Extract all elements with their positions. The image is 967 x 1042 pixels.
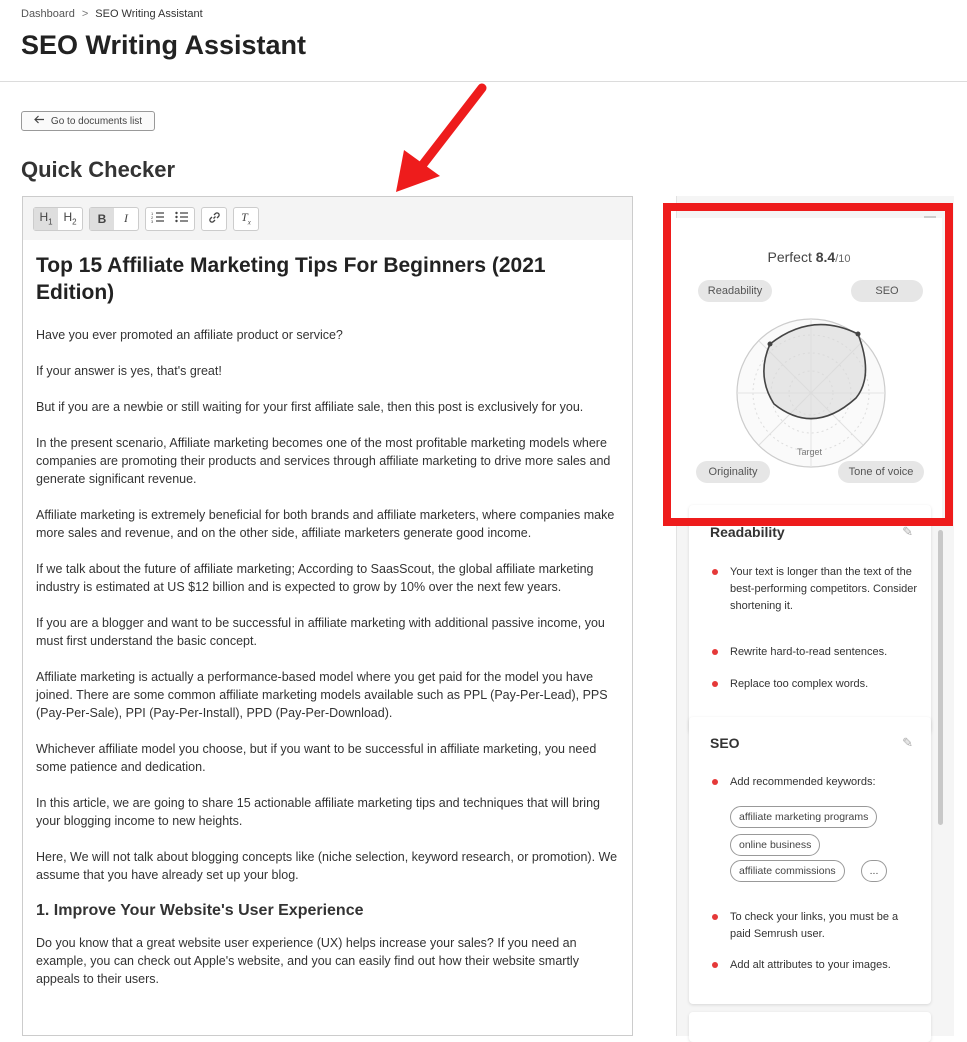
next-card [689,1012,931,1042]
paragraph: If we talk about the future of affiliate… [36,562,594,594]
breadcrumb-separator: > [81,8,89,20]
clear-format-icon: Tx [241,210,251,227]
seo-recommendation-text: Add alt attributes to your images. [730,959,891,971]
svg-text:3: 3 [151,219,154,223]
link-button[interactable] [202,208,226,230]
paragraph: Whichever affiliate model you choose, bu… [36,742,597,774]
keywords-label: Add recommended keywords: [730,776,876,788]
page-title: SEO Writing Assistant [21,30,307,60]
editor-toolbar: H1 H2 B I 123 Tx [23,197,632,240]
paragraph: But if you are a newbie or still waiting… [36,400,584,414]
bullet-list-button[interactable] [170,208,194,230]
document-title: Top 15 Affiliate Marketing Tips For Begi… [36,254,546,304]
ordered-list-button[interactable]: 123 [146,208,170,230]
red-highlight-box [663,203,953,526]
readability-recommendation-text: Rewrite hard-to-read sentences. [730,646,888,658]
h2-button[interactable]: H2 [58,208,82,230]
seo-recommendation: Add alt attributes to your images. [712,957,920,974]
red-annotation-arrow-icon [396,83,487,192]
seo-recommendation: To check your links, you must be a paid … [712,909,920,943]
breadcrumb-dashboard-link[interactable]: Dashboard [21,8,75,20]
readability-card: Readability ✎ Your text is longer than t… [689,505,931,733]
more-keywords-button[interactable]: ... [861,860,887,882]
go-to-documents-button[interactable]: Go to documents list [21,111,155,131]
sidebar-scrollbar[interactable] [938,530,943,825]
readability-recommendation: Your text is longer than the text of the… [712,564,920,615]
heading-button-group: H1 H2 [33,206,83,231]
bullet-list-icon [175,211,189,226]
warning-dot-icon [712,649,718,655]
seo-edit-pencil-icon[interactable]: ✎ [902,735,913,751]
seo-card: SEO ✎ Add recommended keywords: affiliat… [689,717,931,1004]
seo-card-title: SEO [710,735,740,751]
warning-dot-icon [712,779,718,785]
keyword-chip[interactable]: affiliate marketing programs [730,806,878,828]
readability-card-title: Readability [710,524,785,540]
go-to-documents-label: Go to documents list [50,115,143,127]
document-subheading: 1. Improve Your Website's User Experienc… [36,902,364,919]
paragraph: In the present scenario, Affiliate marke… [36,436,611,486]
warning-dot-icon [712,962,718,968]
link-button-group [201,206,227,231]
text-editor: H1 H2 B I 123 Tx Top 15 Affiliate Market… [22,196,633,1036]
italic-button[interactable]: I [114,208,138,230]
bold-button[interactable]: B [90,207,114,230]
paragraph: Affiliate marketing is actually a perfor… [36,670,608,720]
section-title: Quick Checker [21,157,176,182]
readability-recommendation-text: Your text is longer than the text of the… [730,566,918,612]
breadcrumb-current: SEO Writing Assistant [95,8,203,20]
warning-dot-icon [712,914,718,920]
paragraph: If your answer is yes, that's great! [36,364,222,378]
breadcrumb: Dashboard > SEO Writing Assistant [21,8,203,20]
seo-recommendation: Add recommended keywords: [712,774,920,791]
h1-button[interactable]: H1 [34,207,58,230]
ordered-list-icon: 123 [151,211,165,226]
paragraph: Affiliate marketing is extremely benefic… [36,508,615,540]
paragraph: If you are a blogger and want to be succ… [36,616,605,648]
readability-recommendation: Replace too complex words. [712,676,920,693]
clear-format-button[interactable]: Tx [234,208,258,230]
readability-recommendation-text: Replace too complex words. [730,678,869,690]
paragraph: Do you know that a great website user ex… [36,936,579,986]
paragraph: Have you ever promoted an affiliate prod… [36,328,343,342]
link-icon [208,211,221,227]
clear-format-button-group: Tx [233,206,259,231]
top-header: Dashboard > SEO Writing Assistant SEO Writ… [0,0,967,82]
seo-recommendation-text: To check your links, you must be a paid … [730,911,899,940]
warning-dot-icon [712,569,718,575]
warning-dot-icon [712,681,718,687]
format-button-group: B I [89,206,139,231]
keyword-chip[interactable]: affiliate commissions [730,860,845,882]
paragraph: Here, We will not talk about blogging co… [36,850,618,882]
list-button-group: 123 [145,206,195,231]
keyword-chip[interactable]: online business [730,834,821,856]
readability-recommendation: Rewrite hard-to-read sentences. [712,644,920,661]
readability-edit-pencil-icon[interactable]: ✎ [902,524,913,540]
editor-content[interactable]: Top 15 Affiliate Marketing Tips For Begi… [23,240,632,988]
arrow-left-icon [34,115,45,127]
paragraph: In this article, we are going to share 1… [36,796,600,828]
